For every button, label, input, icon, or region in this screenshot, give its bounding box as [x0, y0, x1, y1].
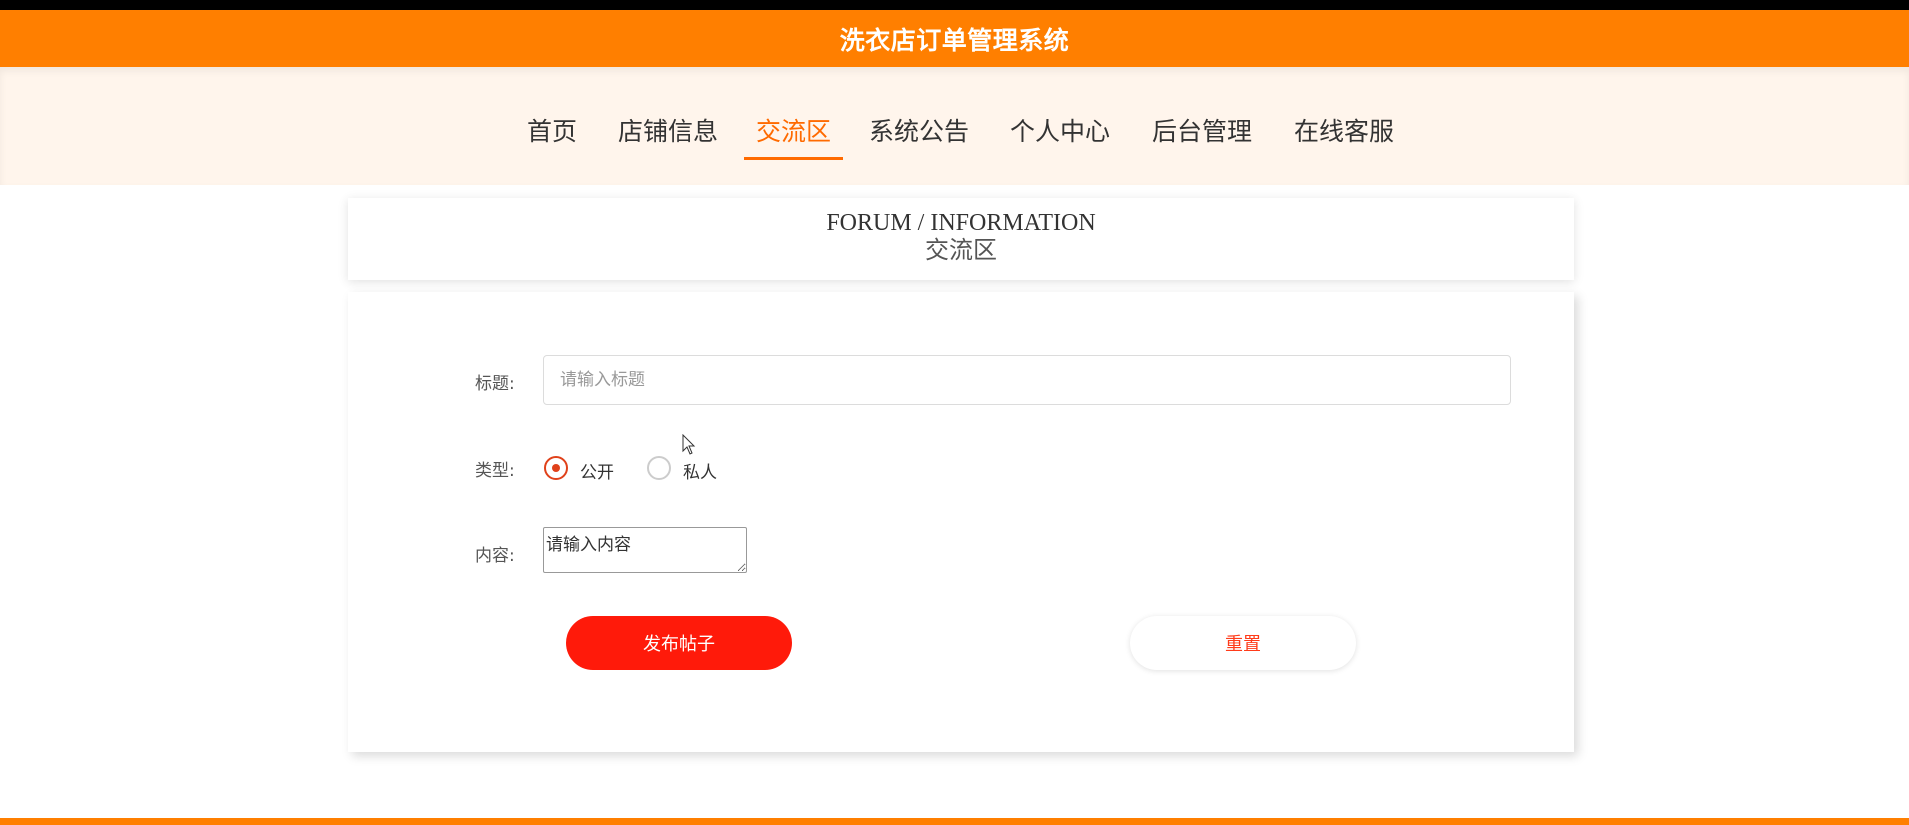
radio-private-label[interactable]: 私人 [683, 458, 717, 483]
nav-item-label: 首页 [527, 117, 578, 146]
main-nav: 首页 店铺信息 交流区 系统公告 个人中心 后台管理 在线客服 [0, 67, 1909, 185]
nav-item-label: 后台管理 [1152, 117, 1253, 146]
nav-item-admin[interactable]: 后台管理 [1152, 112, 1252, 148]
radio-private[interactable] [647, 456, 671, 480]
window-top-bar [0, 0, 1909, 10]
nav-item-label: 在线客服 [1294, 117, 1395, 146]
site-header: 洗衣店订单管理系统 [0, 10, 1909, 67]
nav-item-label: 店铺信息 [618, 117, 719, 146]
section-title-cn: 交流区 [925, 238, 997, 264]
radio-public[interactable] [544, 456, 568, 480]
nav-item-label: 系统公告 [869, 117, 970, 146]
nav-item-label: 交流区 [756, 117, 832, 146]
content-label: 内容: [475, 546, 515, 566]
section-heading: FORUM / INFORMATION 交流区 [348, 198, 1574, 280]
content-textarea[interactable] [543, 527, 747, 573]
radio-public-label[interactable]: 公开 [580, 458, 614, 483]
mouse-cursor-icon [682, 434, 696, 455]
type-label: 类型: [475, 461, 515, 481]
nav-item-forum[interactable]: 交流区 [744, 112, 844, 160]
section-title-en: FORUM / INFORMATION [826, 210, 1096, 236]
site-title: 洗衣店订单管理系统 [839, 25, 1070, 55]
title-label: 标题: [475, 374, 515, 394]
nav-item-personal-center[interactable]: 个人中心 [1010, 112, 1110, 148]
nav-item-shop-info[interactable]: 店铺信息 [618, 112, 718, 148]
nav-list: 首页 店铺信息 交流区 系统公告 个人中心 后台管理 在线客服 [0, 112, 1909, 160]
nav-item-announcements[interactable]: 系统公告 [869, 112, 969, 148]
nav-item-home[interactable]: 首页 [527, 112, 577, 148]
reset-button[interactable]: 重置 [1130, 616, 1356, 670]
footer-bar [0, 818, 1909, 825]
title-input[interactable] [543, 355, 1511, 405]
active-tab-underline [744, 157, 844, 160]
nav-item-label: 个人中心 [1010, 117, 1111, 146]
nav-item-online-service[interactable]: 在线客服 [1294, 112, 1394, 148]
publish-post-button[interactable]: 发布帖子 [566, 616, 792, 670]
